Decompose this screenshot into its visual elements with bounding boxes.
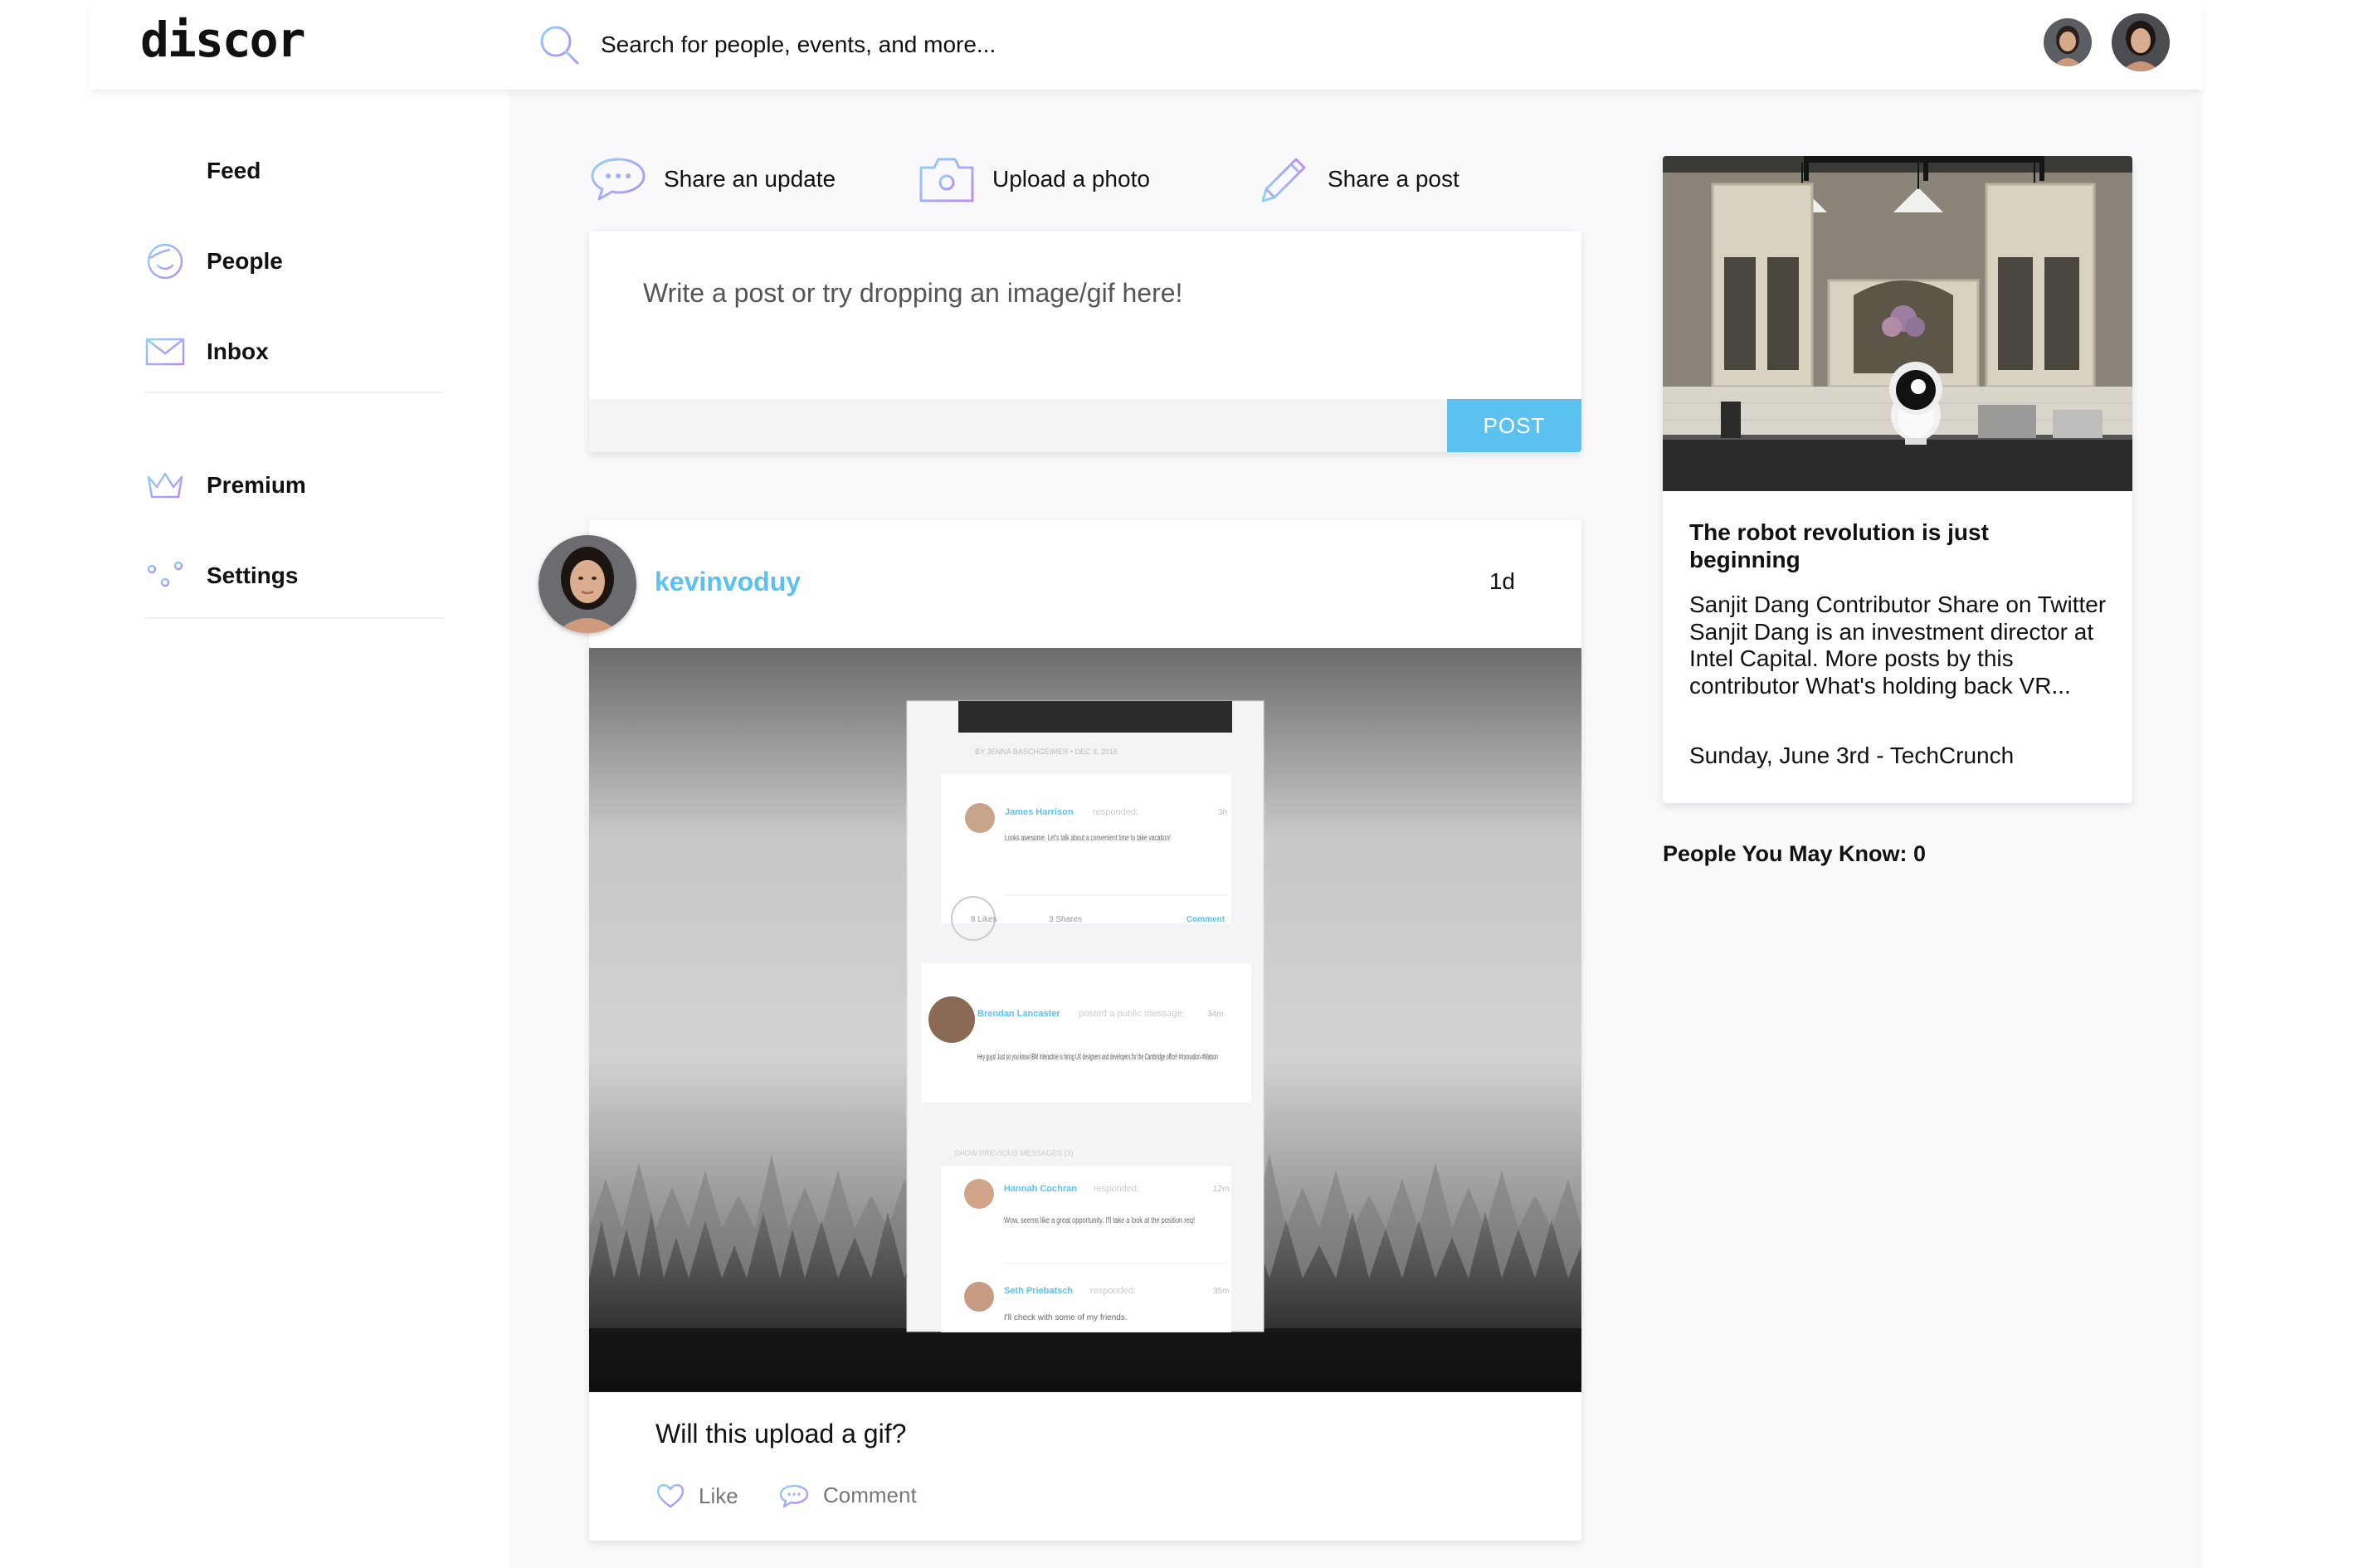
mockup-msg-4-action: responded:	[1090, 1286, 1136, 1296]
news-title: The robot revolution is just beginning	[1689, 519, 1989, 572]
post-author-link[interactable]: kevinvoduy	[655, 567, 801, 597]
mockup-msg-2-name: Brendan Lancaster	[977, 1009, 1060, 1019]
sidebar-item-feed[interactable]: Feed	[145, 146, 261, 196]
heart-icon	[656, 1483, 685, 1508]
camera-icon	[919, 158, 974, 202]
top-header: discor	[89, 0, 2203, 90]
mockup-shares: 3 Shares	[1049, 915, 1082, 924]
mockup-likes: 8 Likes	[971, 915, 997, 924]
profile-avatar[interactable]	[2112, 13, 2170, 71]
mockup-msg-3-time: 12m	[1213, 1185, 1229, 1194]
mockup-byline: BY JENNA BASCHGEIMER • DEC 3, 2016	[975, 747, 1118, 756]
mockup-msg-2-text: Hey guys! Just so you know IBM Interacti…	[977, 1053, 1218, 1062]
feed-post: kevinvoduy 1d BY JENNA BASCHGEIMER • DEC…	[589, 520, 1581, 1541]
comment-bubble-icon	[779, 1484, 809, 1507]
mockup-comment: Comment	[1186, 915, 1225, 924]
post-composer: POST	[589, 231, 1581, 452]
sidebar-item-label: Settings	[207, 562, 299, 588]
share-post-label: Share a post	[1328, 166, 1459, 192]
news-card[interactable]: The robot revolution is just beginning S…	[1663, 156, 2132, 803]
news-image	[1663, 156, 2132, 491]
app-root: discor Search for people, events, and mo…	[0, 0, 2373, 1568]
comment-label: Comment	[823, 1483, 917, 1507]
upload-photo-button[interactable]: Upload a photo	[918, 148, 1150, 211]
like-button[interactable]: Like	[655, 1483, 738, 1509]
share-post-button[interactable]: Share a post	[1258, 148, 1459, 211]
pencil-icon	[1261, 158, 1306, 202]
sliders-icon	[145, 556, 185, 596]
crown-icon	[145, 465, 185, 505]
sidebar-item-inbox[interactable]: Inbox	[145, 327, 269, 377]
upload-photo-label: Upload a photo	[992, 166, 1150, 192]
envelope-icon	[145, 332, 185, 372]
mockup-msg-4-time: 35m	[1213, 1287, 1229, 1296]
post-image[interactable]: BY JENNA BASCHGEIMER • DEC 3, 2016 James…	[589, 648, 1581, 1392]
news-excerpt: Sanjit Dang Contributor Share on Twitter…	[1689, 592, 2107, 699]
speech-bubble-icon	[591, 158, 646, 201]
sidebar-item-label: People	[207, 248, 283, 274]
comment-button[interactable]: Comment	[778, 1483, 917, 1508]
mockup-msg-2-action: posted a public message:	[1079, 1009, 1185, 1019]
search-input[interactable]	[601, 27, 1347, 63]
share-update-label: Share an update	[664, 166, 836, 192]
sidebar-item-label: Inbox	[207, 338, 269, 364]
sidebar-item-label: Premium	[207, 472, 306, 498]
news-date-source: Sunday, June 3rd - TechCrunch	[1689, 743, 2015, 768]
sidebar-divider	[145, 617, 444, 619]
post-button[interactable]: POST	[1447, 399, 1581, 452]
list-icon	[145, 151, 185, 191]
sidebar-item-people[interactable]: People	[145, 236, 283, 286]
post-timestamp: 1d	[1489, 568, 1515, 594]
app-mockup-screenshot: BY JENNA BASCHGEIMER • DEC 3, 2016 James…	[906, 700, 1264, 1332]
sidebar-item-settings[interactable]: Settings	[145, 551, 298, 601]
people-you-may-know-heading: People You May Know: 0	[1663, 841, 1927, 866]
mockup-show-previous: SHOW PREVIOUS MESSAGES (3)	[954, 1149, 1074, 1157]
mockup-msg-3-action: responded:	[1094, 1184, 1139, 1194]
smiley-face-icon	[145, 241, 185, 281]
post-composer-input[interactable]	[643, 278, 1523, 361]
sidebar-item-premium[interactable]: Premium	[145, 460, 306, 510]
app-logo[interactable]: discor	[140, 12, 306, 68]
mockup-msg-1-name: James Harrison	[1005, 807, 1074, 817]
mockup-msg-3-name: Hannah Cochran	[1004, 1184, 1077, 1194]
post-author-avatar[interactable]	[538, 535, 636, 633]
user-avatar[interactable]	[2044, 18, 2092, 66]
mockup-msg-4-text: I'll check with some of my friends.	[1004, 1313, 1128, 1322]
sidebar-item-label: Feed	[207, 158, 261, 183]
sidebar-divider	[145, 392, 444, 393]
like-label: Like	[699, 1483, 738, 1508]
mockup-msg-3-text: Wow, seems like a great opportunity. I'l…	[1004, 1216, 1195, 1225]
composer-toolbar	[589, 399, 1581, 452]
share-update-button[interactable]: Share an update	[589, 148, 836, 211]
mockup-msg-1-text: Looks awesome. Let's talk about a conven…	[1005, 834, 1171, 843]
mockup-msg-4-name: Seth Priebatsch	[1004, 1286, 1073, 1296]
mockup-msg-1-time: 3h	[1218, 808, 1227, 817]
mockup-msg-1-action: responded:	[1093, 807, 1138, 817]
mockup-msg-2-time: 34m	[1207, 1010, 1223, 1019]
post-caption: Will this upload a gif?	[655, 1419, 907, 1449]
left-sidebar: Feed People Inbox Premium Settings	[89, 90, 509, 1568]
search-icon[interactable]	[538, 23, 581, 66]
